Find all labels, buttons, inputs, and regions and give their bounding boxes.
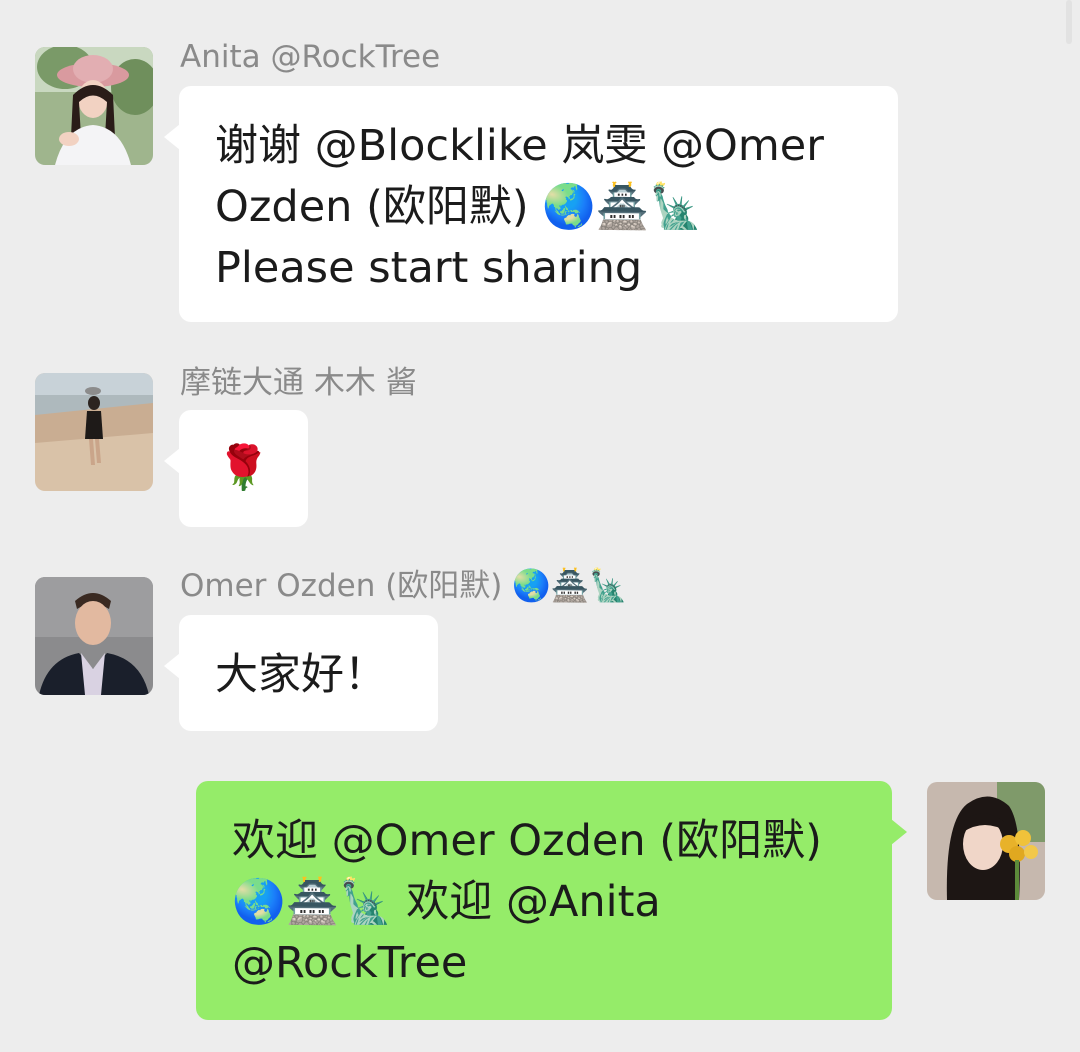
message-bubble[interactable]: 欢迎 @Omer Ozden (欧阳默) 🌏🏯🗽 欢迎 @Anita @Rock…	[196, 781, 907, 1020]
message-line: 🌏🏯🗽 欢迎 @Anita	[232, 877, 661, 927]
avatar-self[interactable]	[927, 782, 1045, 900]
message-line: 欢迎 @Omer Ozden (欧阳默)	[232, 816, 822, 866]
message-row-4: 欢迎 @Omer Ozden (欧阳默) 🌏🏯🗽 欢迎 @Anita @Rock…	[0, 0, 1080, 1052]
avatar-photo-woman-flowers-icon	[927, 782, 1045, 900]
bubble-tail	[891, 819, 907, 845]
message-line: @RockTree	[232, 938, 468, 988]
